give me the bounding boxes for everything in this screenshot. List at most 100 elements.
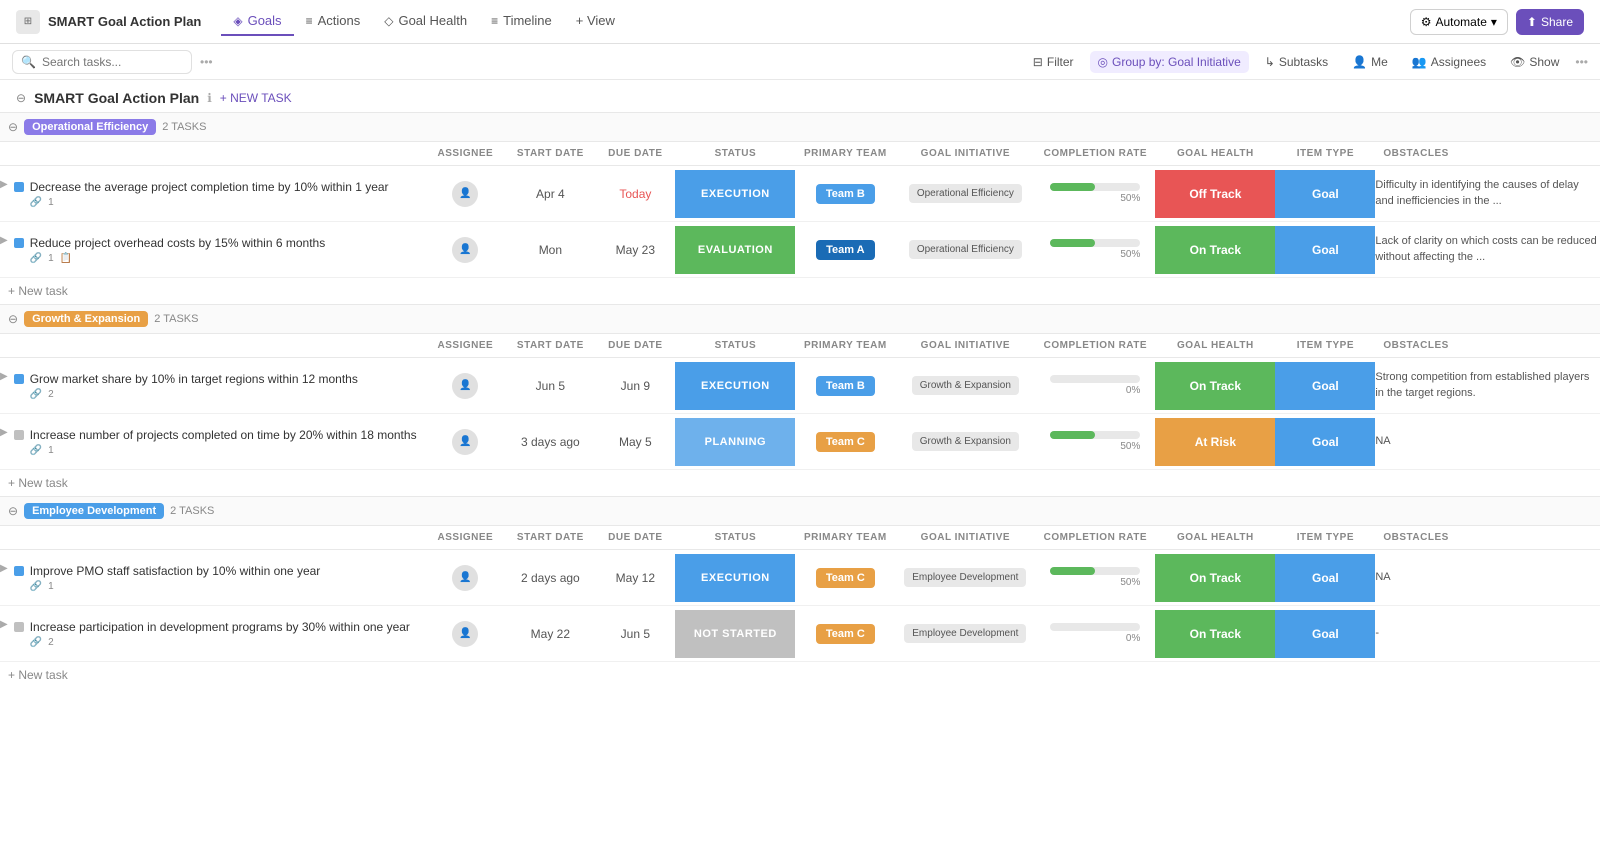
task-expand-icon[interactable]: ▶ bbox=[0, 179, 8, 190]
table-row: ▶ Increase number of projects completed … bbox=[0, 414, 1600, 470]
obstacles-cell: NA bbox=[1375, 414, 1600, 470]
team-cell: Team B bbox=[795, 166, 895, 222]
item-type-cell: Goal bbox=[1275, 222, 1375, 278]
task-name-cell: ▶ Reduce project overhead costs by 15% w… bbox=[0, 222, 425, 278]
page-header: ⊖ SMART Goal Action Plan ℹ + NEW TASK bbox=[0, 80, 1600, 112]
automate-button[interactable]: ⚙ Automate ▾ bbox=[1410, 9, 1508, 35]
share-button[interactable]: ⬆ Share bbox=[1516, 9, 1584, 35]
task-name-cell: ▶ Grow market share by 10% in target reg… bbox=[0, 358, 425, 414]
team-badge: Team B bbox=[816, 184, 875, 204]
goal-initiative-badge: Employee Development bbox=[904, 624, 1026, 643]
show-button[interactable]: 👁 Show bbox=[1502, 51, 1567, 73]
team-badge: Team C bbox=[816, 432, 875, 452]
col-goal-initiative-g: GOAL INITIATIVE bbox=[895, 334, 1035, 358]
subtasks-button[interactable]: ↳ Subtasks bbox=[1257, 51, 1336, 73]
col-header-row-growth: ASSIGNEE START DATE DUE DATE STATUS PRIM… bbox=[0, 334, 1600, 358]
task-expand-icon[interactable]: ▶ bbox=[0, 371, 8, 382]
goal-health-cell: Off Track bbox=[1155, 166, 1275, 222]
timeline-icon: ≡ bbox=[491, 14, 498, 28]
completion-label: 0% bbox=[1050, 633, 1140, 644]
section-collapse-growth[interactable]: ⊖ bbox=[8, 312, 18, 326]
me-icon: 👤 bbox=[1352, 55, 1367, 69]
goal-health-badge: On Track bbox=[1155, 226, 1275, 274]
item-type-badge: Goal bbox=[1275, 554, 1375, 602]
search-input[interactable] bbox=[42, 55, 172, 69]
goal-initiative-badge: Growth & Expansion bbox=[912, 432, 1019, 451]
col-primary-team-g: PRIMARY TEAM bbox=[795, 334, 895, 358]
avatar: 👤 bbox=[452, 621, 478, 647]
new-task-link-operational[interactable]: + New task bbox=[8, 284, 68, 298]
task-name: Reduce project overhead costs by 15% wit… bbox=[30, 235, 326, 252]
filter-button[interactable]: ⊟ Filter bbox=[1025, 51, 1082, 73]
task-meta-count: 1 bbox=[48, 581, 54, 592]
goal-health-cell: On Track bbox=[1155, 550, 1275, 606]
status-cell: PLANNING bbox=[675, 414, 795, 470]
completion-cell: 50% bbox=[1035, 166, 1155, 222]
group-icon: ◎ bbox=[1098, 55, 1108, 69]
task-meta-count: 2 bbox=[48, 637, 54, 648]
item-type-badge: Goal bbox=[1275, 362, 1375, 410]
obstacles-cell: Lack of clarity on which costs can be re… bbox=[1375, 222, 1600, 278]
new-task-button[interactable]: + NEW TASK bbox=[220, 91, 292, 105]
completion-label: 50% bbox=[1050, 193, 1140, 204]
due-date-cell: Today bbox=[595, 166, 675, 222]
team-badge: Team C bbox=[816, 568, 875, 588]
avatar: 👤 bbox=[452, 565, 478, 591]
task-name-cell: ▶ Decrease the average project completio… bbox=[0, 166, 425, 222]
completion-cell: 50% bbox=[1035, 222, 1155, 278]
toolbar-dots-menu[interactable]: ••• bbox=[200, 55, 213, 69]
team-badge: Team B bbox=[816, 376, 875, 396]
goal-health-badge: On Track bbox=[1155, 554, 1275, 602]
info-icon: ℹ bbox=[207, 91, 212, 105]
completion-cell: 0% bbox=[1035, 358, 1155, 414]
new-task-link-employee[interactable]: + New task bbox=[8, 668, 68, 682]
assignee-cell: 👤 bbox=[425, 166, 505, 222]
task-name: Decrease the average project completion … bbox=[30, 179, 389, 196]
task-expand-icon[interactable]: ▶ bbox=[0, 563, 8, 574]
item-type-badge: Goal bbox=[1275, 170, 1375, 218]
section-collapse-employee[interactable]: ⊖ bbox=[8, 504, 18, 518]
team-cell: Team C bbox=[795, 606, 895, 662]
tab-actions[interactable]: ≡ Actions bbox=[294, 7, 373, 36]
group-by-button[interactable]: ◎ Group by: Goal Initiative bbox=[1090, 51, 1249, 73]
assignees-button[interactable]: 👥 Assignees bbox=[1404, 51, 1494, 73]
tab-view[interactable]: + View bbox=[564, 7, 627, 36]
tab-timeline[interactable]: ≡ Timeline bbox=[479, 7, 564, 36]
toolbar: 🔍 ••• ⊟ Filter ◎ Group by: Goal Initiati… bbox=[0, 44, 1600, 80]
task-color-indicator bbox=[14, 374, 24, 384]
section-collapse-operational[interactable]: ⊖ bbox=[8, 120, 18, 134]
start-date-cell: Apr 4 bbox=[505, 166, 595, 222]
task-name: Improve PMO staff satisfaction by 10% wi… bbox=[30, 563, 321, 580]
search-box[interactable]: 🔍 bbox=[12, 50, 192, 74]
goal-initiative-cell: Operational Efficiency bbox=[895, 166, 1035, 222]
col-goal-health: GOAL HEALTH bbox=[1155, 142, 1275, 166]
col-task-e bbox=[0, 526, 425, 550]
task-expand-icon[interactable]: ▶ bbox=[0, 427, 8, 438]
task-expand-icon[interactable]: ▶ bbox=[0, 619, 8, 630]
goal-health-cell: On Track bbox=[1155, 222, 1275, 278]
task-meta-count: 2 bbox=[48, 389, 54, 400]
tab-goal-health[interactable]: ◇ Goal Health bbox=[372, 7, 479, 36]
status-badge: NOT STARTED bbox=[675, 610, 795, 658]
tab-goals[interactable]: ◈ Goals bbox=[221, 7, 293, 36]
me-button[interactable]: 👤 Me bbox=[1344, 51, 1396, 73]
task-expand-icon[interactable]: ▶ bbox=[0, 235, 8, 246]
completion-label: 50% bbox=[1050, 577, 1140, 588]
automate-chevron-icon: ▾ bbox=[1491, 15, 1497, 29]
col-start-date-e: START DATE bbox=[505, 526, 595, 550]
due-date-cell: Jun 9 bbox=[595, 358, 675, 414]
progress-bar-container bbox=[1050, 431, 1140, 439]
task-link-icon: 🔗 bbox=[30, 389, 42, 400]
new-task-link-growth[interactable]: + New task bbox=[8, 476, 68, 490]
start-date-cell: 2 days ago bbox=[505, 550, 595, 606]
toolbar-more-icon[interactable]: ••• bbox=[1575, 55, 1588, 69]
task-name: Grow market share by 10% in target regio… bbox=[30, 371, 358, 388]
goal-health-badge: At Risk bbox=[1155, 418, 1275, 466]
progress-bar bbox=[1050, 431, 1095, 439]
table-row: ▶ Improve PMO staff satisfaction by 10% … bbox=[0, 550, 1600, 606]
page-collapse-icon[interactable]: ⊖ bbox=[16, 91, 26, 105]
progress-bar bbox=[1050, 567, 1095, 575]
status-cell: EXECUTION bbox=[675, 166, 795, 222]
nav-tabs: ◈ Goals ≡ Actions ◇ Goal Health ≡ Timeli… bbox=[221, 7, 627, 36]
status-badge: EXECUTION bbox=[675, 554, 795, 602]
